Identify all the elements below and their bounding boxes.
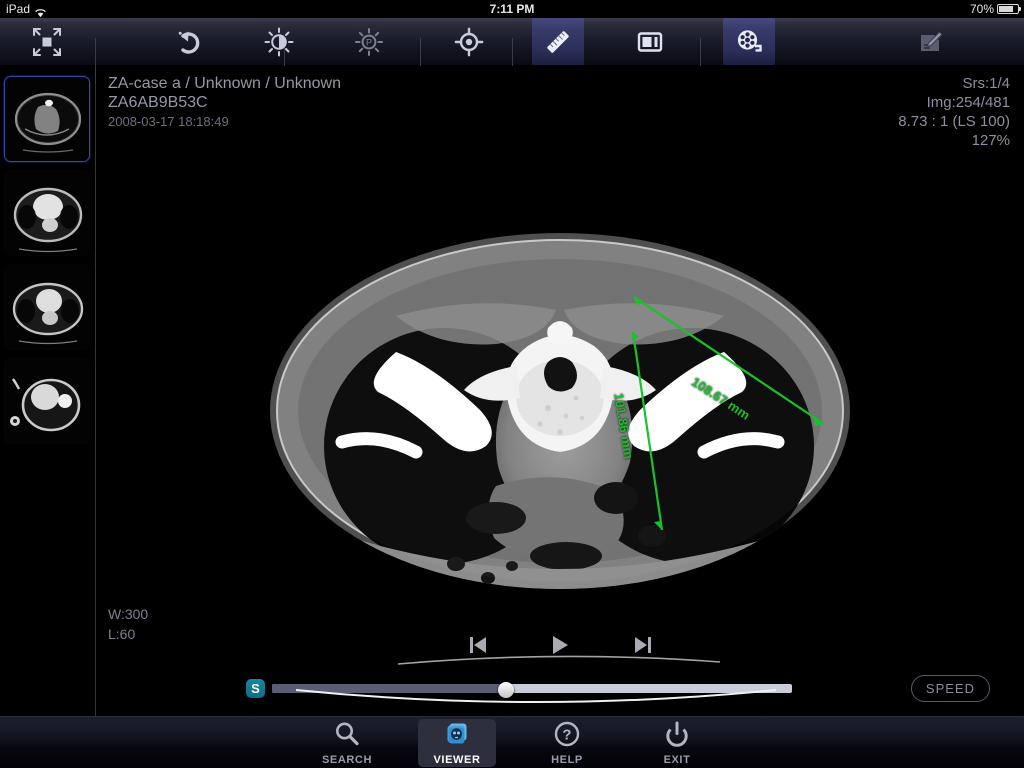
- sidebar-thumbnail-2[interactable]: [4, 170, 90, 256]
- study-datetime: 2008-03-17 18:18:49: [108, 114, 229, 129]
- series-index: Srs:1/4: [962, 75, 1010, 92]
- svg-text:P: P: [366, 37, 372, 47]
- bottom-tab-bar: SEARCH VIEWER ? HELP EXIT: [0, 716, 1024, 768]
- slider-series-badge[interactable]: S: [246, 679, 265, 698]
- dicom-viewer-app: iPad 7:11 PM 70% P 108.67 mm 101.86 mm Z…: [0, 0, 1024, 768]
- status-bar-right: 70%: [969, 0, 1021, 18]
- svg-text:?: ?: [562, 727, 571, 744]
- measure-button[interactable]: [532, 18, 584, 65]
- skip-next-icon: [631, 633, 655, 662]
- slider-arc-guide: [295, 689, 777, 703]
- sidebar-thumbnail-3[interactable]: [4, 264, 90, 350]
- tab-viewer-label: VIEWER: [433, 754, 481, 766]
- series-info-overlay: Srs:1/4 Img:254/481 8.73 : 1 (LS 100) 12…: [898, 74, 1010, 150]
- window-width: W:300: [108, 606, 149, 622]
- brightness-preset-icon: P: [354, 27, 384, 57]
- play-button[interactable]: [539, 630, 579, 664]
- tab-help-label: HELP: [551, 754, 583, 766]
- tab-exit-label: EXIT: [663, 754, 691, 766]
- skip-previous-button[interactable]: [458, 630, 498, 664]
- battery-percent: 70%: [969, 2, 994, 16]
- annotate-button[interactable]: [904, 18, 956, 65]
- cine-button[interactable]: [723, 18, 775, 65]
- tab-search-label: SEARCH: [321, 754, 373, 766]
- layout-button[interactable]: [624, 18, 676, 65]
- image-index: Img:254/481: [926, 94, 1010, 111]
- fit-to-screen-icon: [32, 27, 62, 57]
- status-bar-clock: 7:11 PM: [489, 2, 535, 16]
- tab-search[interactable]: SEARCH: [308, 719, 386, 767]
- tab-exit[interactable]: EXIT: [638, 719, 716, 767]
- series-thumbnail-sidebar: [0, 66, 95, 716]
- battery-icon: [997, 4, 1021, 14]
- brightness-contrast-icon: [264, 27, 294, 57]
- cine-slider-row: S SPEED: [96, 675, 1024, 703]
- undo-button[interactable]: [164, 18, 216, 65]
- playback-controls: [96, 630, 1024, 670]
- preset-window-button[interactable]: P: [343, 18, 395, 65]
- top-toolbar: P: [0, 18, 1024, 84]
- status-bar: iPad 7:11 PM 70%: [0, 0, 1024, 18]
- measurement-overlay: [631, 296, 825, 531]
- undo-icon: [175, 27, 205, 57]
- viewer-stack-icon: [443, 720, 471, 753]
- study-id: ZA6AB9B53C: [108, 94, 208, 111]
- skip-previous-icon: [466, 633, 490, 662]
- layout-panel-icon: [635, 27, 665, 57]
- sidebar-thumbnail-4[interactable]: [4, 358, 90, 444]
- play-icon: [547, 633, 571, 662]
- compression-ratio: 8.73 : 1 (LS 100): [898, 113, 1010, 130]
- crosshair-target-icon: [454, 27, 484, 57]
- fit-to-screen-button[interactable]: [21, 18, 73, 65]
- skip-next-button[interactable]: [623, 630, 663, 664]
- speed-button[interactable]: SPEED: [910, 675, 990, 702]
- crosshair-button[interactable]: [443, 18, 495, 65]
- patient-info-overlay: ZA-case a / Unknown / Unknown ZA6AB9B53C…: [108, 74, 341, 131]
- ruler-icon: [543, 27, 573, 57]
- power-icon: [663, 720, 691, 753]
- film-reel-icon: [734, 27, 764, 57]
- zoom-percent: 127%: [971, 132, 1010, 149]
- tab-help[interactable]: ? HELP: [528, 719, 606, 767]
- question-circle-icon: ?: [553, 720, 581, 753]
- patient-name-line: ZA-case a / Unknown / Unknown: [108, 75, 341, 92]
- window-level-button[interactable]: [253, 18, 305, 65]
- image-viewport[interactable]: 108.67 mm 101.86 mm ZA-case a / Unknown …: [96, 66, 1024, 716]
- tab-viewer[interactable]: VIEWER: [418, 719, 496, 767]
- document-pencil-icon: [915, 27, 945, 57]
- search-icon: [333, 720, 361, 753]
- sidebar-thumbnail-1[interactable]: [4, 76, 90, 162]
